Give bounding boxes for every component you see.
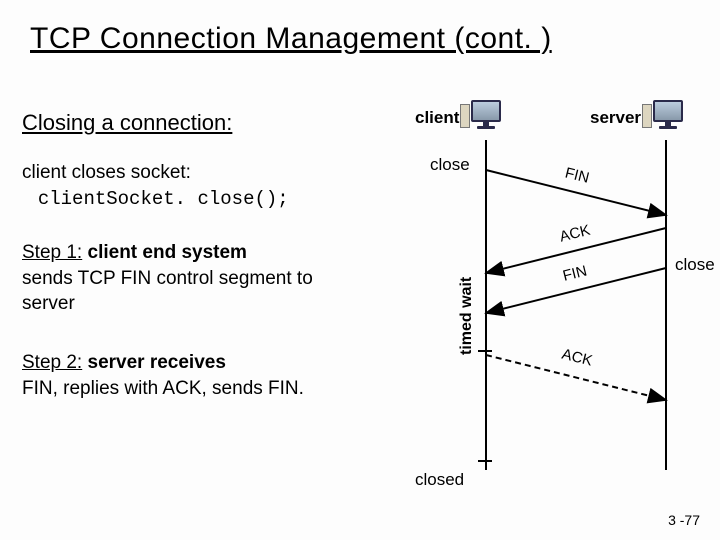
label-ack-2: ACK	[560, 346, 594, 370]
step-2-lead: Step 2:	[22, 352, 82, 373]
page-title: TCP Connection Management (cont. )	[30, 22, 552, 56]
step-1-lead: Step 1:	[22, 242, 82, 263]
slide: TCP Connection Management (cont. ) Closi…	[0, 0, 720, 540]
sequence-diagram: client server close close closed timed w…	[360, 100, 700, 500]
step-1: Step 1: client end system sends TCP FIN …	[22, 240, 362, 317]
closing-subhead: Closing a connection:	[22, 110, 232, 136]
step-1-bold: client end system	[82, 242, 247, 263]
code-line-1: client closes socket:	[22, 162, 191, 183]
step-2-bold: server receives	[82, 352, 226, 373]
code-line-2: clientSocket. close();	[38, 188, 289, 210]
label-ack-1: ACK	[558, 222, 592, 246]
label-fin-1: FIN	[563, 164, 591, 186]
step-2: Step 2: server receives FIN, replies wit…	[22, 350, 362, 401]
slide-number: 3 -77	[668, 512, 700, 528]
code-block: client closes socket: clientSocket. clos…	[22, 160, 289, 212]
label-fin-2: FIN	[561, 262, 589, 284]
messages-svg: FIN ACK FIN ACK	[360, 100, 700, 500]
step-2-rest: FIN, replies with ACK, sends FIN.	[22, 378, 304, 399]
step-1-rest: sends TCP FIN control segment to server	[22, 268, 313, 315]
